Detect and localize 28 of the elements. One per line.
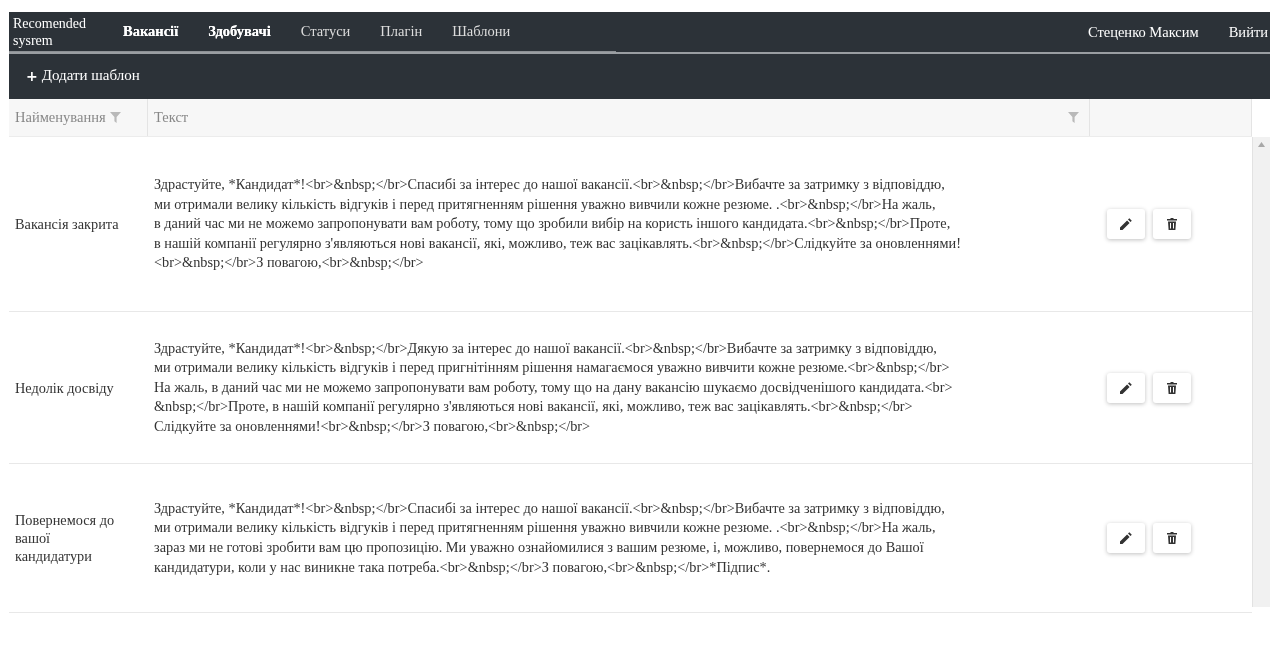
nav-link[interactable]: Статуси bbox=[300, 23, 351, 40]
template-name: Повернемося до вашої кандидатури bbox=[14, 511, 116, 565]
template-text: Здрастуйте, *Кандидат*!<br>&nbsp;</br>Дякую за інтерес до нашої вакансії.<br>&nbsp;</br>Вибачте за затримку з відповіддю, ми отримали велику кількість відгуків і перед пригнітінням рішення намагаємося уважно вивчити кожне резюме.<br>&nbsp;</br> На жаль, в даний час ми не можемо запропонувати вам роботу, тому що на дану вакансію шукаємо досвідченішого кандидата.<br> &nbsp;</br>Проте, в нашій компанії регулярно з'являються нові вакансії, які, можливо, теж вас зацікавлять.<br>&nbsp;</br> Слідкуйте за оновленнями!<br>&nbsp;</br>З повагою,<br>&nbsp;</br> bbox=[153, 338, 954, 436]
delete-button[interactable] bbox=[1153, 372, 1191, 403]
template-name: Вакансія закрита bbox=[14, 215, 120, 233]
trash-icon bbox=[1167, 381, 1177, 394]
template-text: Здрастуйте, *Кандидат*!<br>&nbsp;</br>Спасибі за інтерес до нашої вакансії.<br>&nbsp;</br>Вибачте за затримку з відповіддю, ми отримали велику кількість відгуків і перед притягненням рішення уважно вивчили кожне резюме. .<br>&nbsp;</br>На жаль, зараз ми не готові зробити вам цю пропозицію. Ми уважно ознайомилися з вашим резюме, і, можливо, повернемося до Вашої кандидатури, коли у нас виникне така потреба.<br>&nbsp;</br>З повагою,<br>&nbsp;</br>*Підпис*. bbox=[153, 498, 946, 577]
edit-button[interactable] bbox=[1107, 523, 1145, 553]
nav-link[interactable]: Вакансії bbox=[123, 23, 179, 40]
add-template-button[interactable]: + Додати шаблон bbox=[26, 65, 140, 86]
nav-link[interactable]: Шаблони bbox=[452, 23, 511, 40]
scrollbar[interactable] bbox=[1252, 137, 1270, 607]
pencil-icon bbox=[1120, 381, 1132, 394]
template-text: Здрастуйте, *Кандидат*!<br>&nbsp;</br>Спасибі за інтерес до нашої вакансії.<br>&nbsp;</br>Вибачте за затримку з відповіддю, ми отримали велику кількість відгуків і перед притягненням рішення уважно вивчили кожне резюме. .<br>&nbsp;</br>На жаль, в даний час ми не можемо запропонувати вам роботу, тому що зробили вибір на користь іншого кандидата.<br>&nbsp;</br>Проте, в нашій компанії регулярно з'являються нові вакансії, які, можливо, теж вас зацікавлять.<br>&nbsp;</br>Слідкуйте за оновленнями! <br>&nbsp;</br>З повагою,<br>&nbsp;</br> bbox=[153, 175, 962, 273]
nav-link[interactable]: Плагін bbox=[380, 23, 423, 40]
delete-button[interactable] bbox=[1153, 209, 1191, 239]
delete-button[interactable] bbox=[1153, 523, 1191, 553]
brand-name: Recomended sysrem bbox=[13, 14, 88, 49]
trash-icon bbox=[1167, 218, 1177, 230]
trash-icon bbox=[1167, 532, 1177, 544]
nav-link[interactable]: Здобувачі bbox=[208, 23, 271, 40]
template-name: Недолік досвіду bbox=[14, 378, 115, 397]
user-name-link[interactable]: Стеценко Максим bbox=[1087, 23, 1199, 41]
pencil-icon bbox=[1120, 218, 1132, 230]
edit-button[interactable] bbox=[1107, 209, 1145, 239]
edit-button[interactable] bbox=[1107, 372, 1145, 403]
pencil-icon bbox=[1120, 532, 1132, 544]
logout-link[interactable]: Вийти bbox=[1228, 23, 1268, 41]
